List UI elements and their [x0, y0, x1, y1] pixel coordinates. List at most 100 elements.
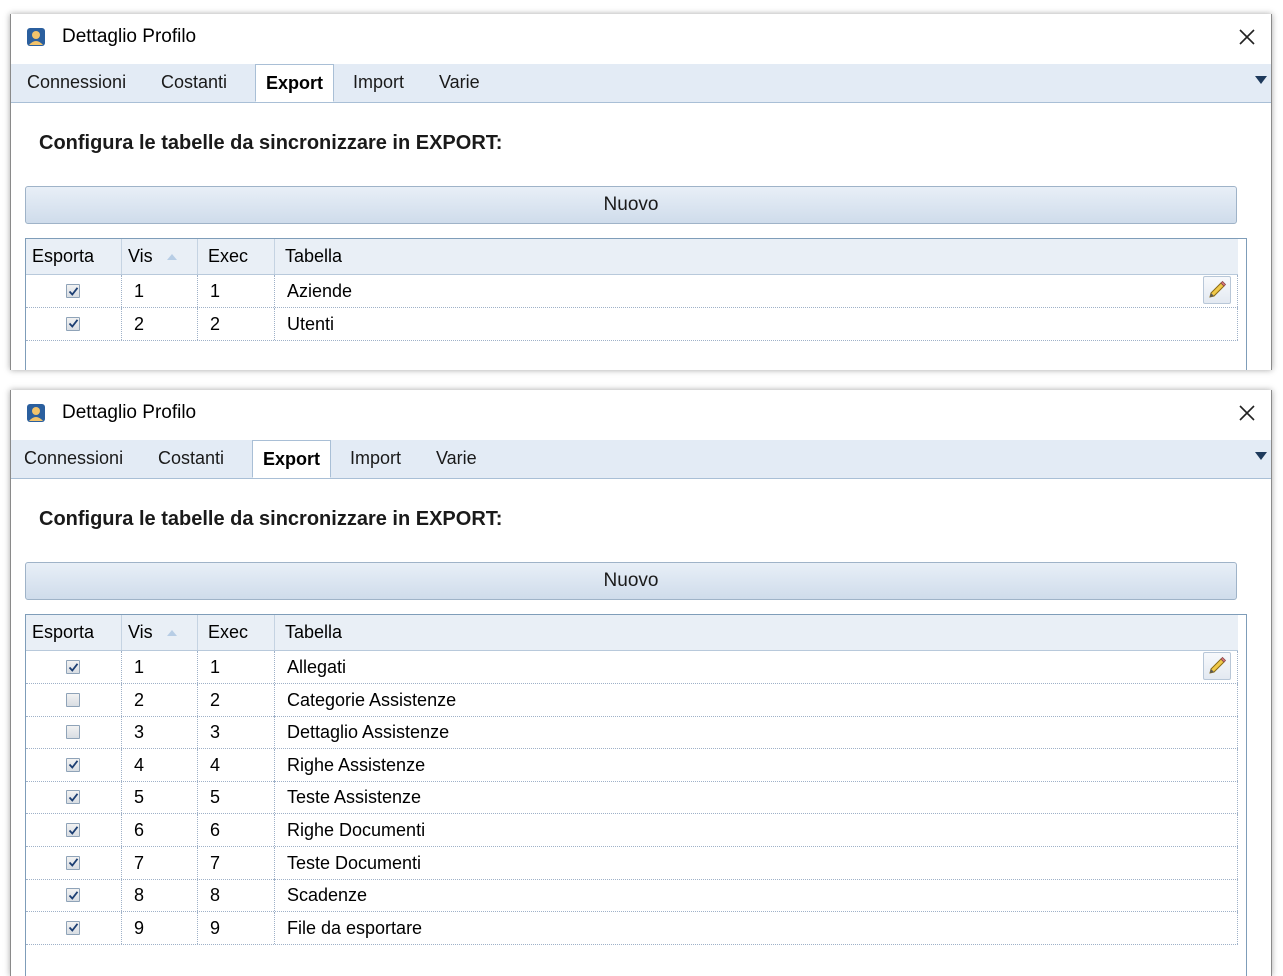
sort-ascending-icon — [166, 254, 177, 261]
section-heading: Configura le tabelle da sincronizzare in… — [39, 132, 503, 154]
esporta-cell — [26, 307, 122, 340]
exec-cell: 3 — [198, 716, 275, 749]
column-header-esporta[interactable]: Esporta — [26, 239, 122, 274]
tabella-label: Allegati — [287, 657, 347, 677]
close-button[interactable] — [1229, 20, 1265, 54]
vis-cell: 3 — [122, 716, 198, 749]
vis-cell: 4 — [122, 748, 198, 781]
tab-costanti[interactable]: Costanti — [158, 448, 224, 469]
tab-varie[interactable]: Varie — [439, 72, 480, 93]
profile-detail-window: Dettaglio Profilo Connessioni Costanti E… — [10, 390, 1272, 976]
tab-export[interactable]: Export — [255, 64, 335, 102]
tabella-label: Teste Documenti — [287, 852, 422, 873]
chevron-down-icon[interactable] — [1255, 452, 1267, 460]
table-row[interactable]: 1 1 Aziende — [26, 275, 1238, 308]
exec-cell: 6 — [198, 814, 275, 846]
tabella-cell: Scadenze — [275, 879, 1238, 912]
tabella-label: Utenti — [287, 313, 335, 334]
vis-cell: 2 — [122, 307, 198, 340]
table-row[interactable]: 1 1 Allegati — [26, 651, 1238, 684]
tabella-cell: Righe Assistenze — [275, 748, 1238, 781]
vis-cell: 7 — [122, 846, 198, 879]
table-row[interactable]: 2 2 Categorie Assistenze — [26, 683, 1238, 717]
title-bar: Dettaglio Profilo — [11, 390, 1271, 436]
vis-cell: 2 — [122, 683, 198, 716]
tables-grid: Esporta Vis Exec Tabella 1 1 Allegati 2 2 Cat… — [25, 614, 1247, 976]
tabella-label: Righe Documenti — [287, 820, 426, 840]
tab-import[interactable]: Import — [350, 448, 401, 469]
esporta-cell — [26, 716, 122, 749]
section-heading: Configura le tabelle da sincronizzare in… — [39, 508, 503, 530]
column-header-esporta[interactable]: Esporta — [26, 615, 122, 650]
table-row[interactable]: 7 7 Teste Documenti — [26, 846, 1238, 880]
vis-cell: 1 — [122, 275, 198, 307]
profile-app-icon — [27, 28, 45, 46]
tab-export[interactable]: Export — [252, 440, 332, 478]
esporta-cell — [26, 879, 122, 912]
esporta-cell — [26, 651, 122, 683]
close-icon — [1239, 29, 1255, 45]
tab-costanti[interactable]: Costanti — [161, 72, 227, 93]
edit-button[interactable] — [1203, 652, 1231, 680]
tab-varie[interactable]: Varie — [436, 448, 477, 469]
esporta-checkbox[interactable] — [66, 692, 80, 707]
tabella-cell: Dettaglio Assistenze — [275, 716, 1238, 749]
tabella-cell: Utenti — [275, 307, 1238, 340]
esporta-checkbox[interactable] — [66, 284, 80, 298]
window-title: Dettaglio Profilo — [62, 402, 197, 423]
esporta-cell — [26, 683, 122, 716]
table-row[interactable]: 3 3 Dettaglio Assistenze — [26, 716, 1238, 750]
pencil-icon — [1209, 656, 1227, 674]
column-header-tabella[interactable]: Tabella — [275, 239, 1238, 274]
exec-cell: 1 — [198, 275, 275, 307]
tabella-label: File da esportare — [287, 917, 423, 938]
tables-grid: Esporta Vis Exec Tabella 1 1 Aziende 2 2 Uten… — [25, 238, 1247, 370]
esporta-cell — [26, 911, 122, 944]
esporta-checkbox[interactable] — [66, 660, 80, 674]
grid-header: Esporta Vis Exec Tabella — [26, 615, 1238, 651]
esporta-checkbox[interactable] — [66, 823, 80, 837]
esporta-cell — [26, 781, 122, 814]
new-button[interactable]: Nuovo — [25, 186, 1237, 224]
vis-cell: 8 — [122, 879, 198, 912]
column-header-exec[interactable]: Exec — [198, 239, 275, 274]
column-header-tabella[interactable]: Tabella — [275, 615, 1238, 650]
new-button[interactable]: Nuovo — [25, 562, 1237, 600]
exec-cell: 4 — [198, 748, 275, 781]
exec-cell: 1 — [198, 651, 275, 683]
tab-import[interactable]: Import — [353, 72, 404, 93]
column-header-exec[interactable]: Exec — [198, 615, 275, 650]
title-bar: Dettaglio Profilo — [11, 14, 1271, 60]
tabella-cell: Righe Documenti — [275, 814, 1238, 846]
esporta-checkbox[interactable] — [66, 316, 80, 331]
tab-strip: Connessioni Costanti Export Import Varie — [11, 440, 1271, 479]
table-row[interactable]: 5 5 Teste Assistenze — [26, 781, 1238, 815]
table-row[interactable]: 9 9 File da esportare — [26, 911, 1238, 945]
profile-app-icon — [27, 404, 45, 422]
tabella-cell: Teste Documenti — [275, 846, 1238, 879]
table-row[interactable]: 8 8 Scadenze — [26, 879, 1238, 913]
esporta-checkbox[interactable] — [66, 790, 80, 805]
tab-connessioni[interactable]: Connessioni — [27, 72, 126, 93]
vis-cell: 9 — [122, 911, 198, 944]
column-header-vis[interactable]: Vis — [122, 239, 198, 274]
exec-cell: 8 — [198, 879, 275, 912]
edit-button[interactable] — [1203, 276, 1231, 304]
table-row[interactable]: 6 6 Righe Documenti — [26, 814, 1238, 847]
tabella-label: Categorie Assistenze — [287, 689, 457, 710]
column-header-vis[interactable]: Vis — [122, 615, 198, 650]
table-row[interactable]: 2 2 Utenti — [26, 307, 1238, 341]
close-button[interactable] — [1229, 396, 1265, 430]
tab-connessioni[interactable]: Connessioni — [24, 448, 123, 469]
chevron-down-icon[interactable] — [1255, 76, 1267, 84]
tabella-cell: Allegati — [275, 651, 1238, 683]
tabella-label: Teste Assistenze — [287, 787, 422, 808]
esporta-checkbox[interactable] — [66, 725, 80, 740]
esporta-checkbox[interactable] — [66, 757, 80, 772]
esporta-checkbox[interactable] — [66, 855, 80, 870]
pencil-icon — [1209, 280, 1227, 298]
esporta-checkbox[interactable] — [66, 920, 80, 935]
close-icon — [1239, 405, 1255, 421]
esporta-checkbox[interactable] — [66, 888, 80, 903]
table-row[interactable]: 4 4 Righe Assistenze — [26, 748, 1238, 782]
